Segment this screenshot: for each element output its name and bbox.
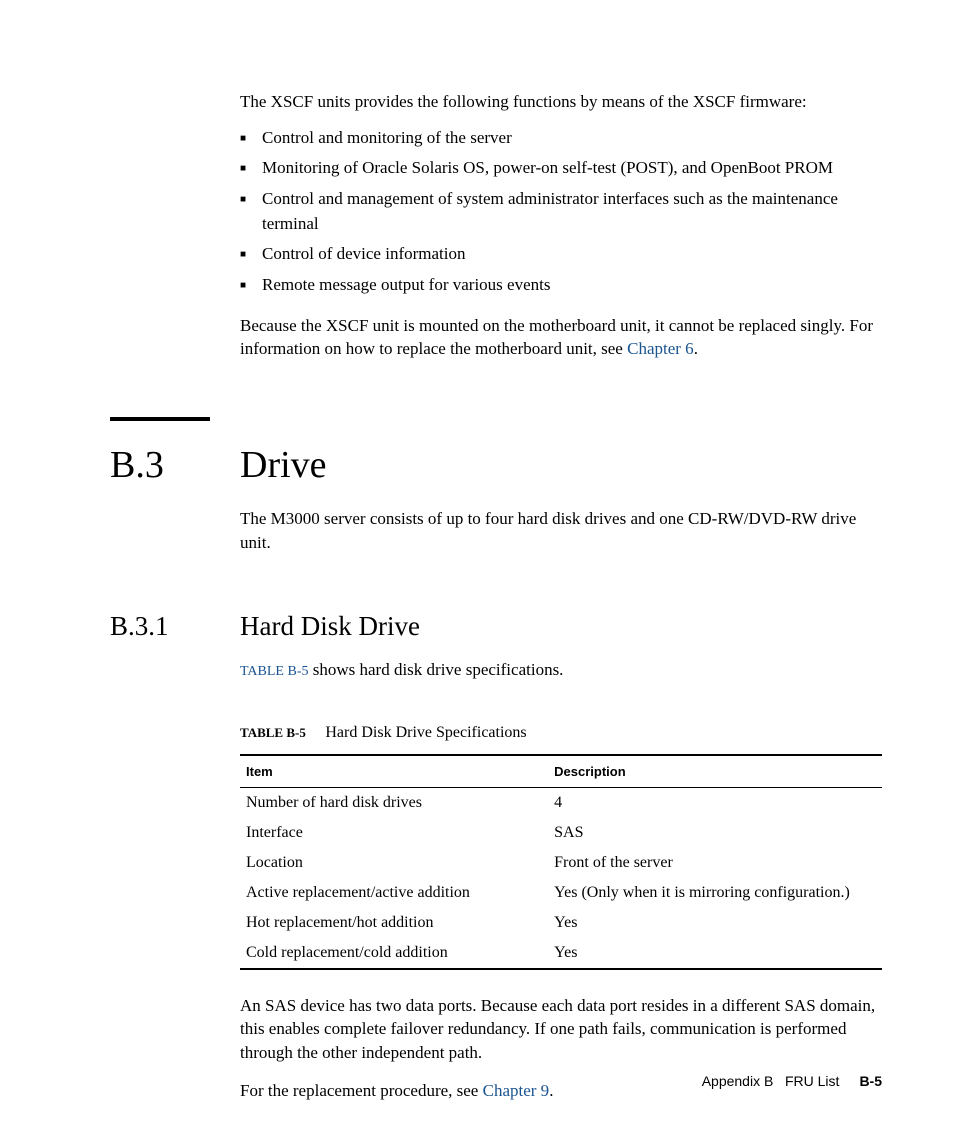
text: Because the XSCF unit is mounted on the … — [240, 316, 873, 359]
table-cell: Yes (Only when it is mirroring configura… — [548, 878, 882, 908]
intro-lead: The XSCF units provides the following fu… — [240, 90, 882, 114]
footer-page-number: B-5 — [859, 1073, 882, 1089]
table-header-item: Item — [240, 755, 548, 788]
section-heading-row: B.3 Drive — [110, 443, 882, 487]
subsection-ref-para: TABLE B-5 shows hard disk drive specific… — [240, 658, 882, 682]
table-row: Hot replacement/hot addition Yes — [240, 908, 882, 938]
table-cell: SAS — [548, 818, 882, 848]
page-footer: Appendix B FRU List B-5 — [702, 1073, 882, 1089]
list-item: Monitoring of Oracle Solaris OS, power-o… — [240, 156, 882, 181]
section-number: B.3 — [110, 443, 240, 487]
table-row: Active replacement/active addition Yes (… — [240, 878, 882, 908]
text: shows hard disk drive specifications. — [308, 660, 563, 679]
table-cell: Front of the server — [548, 848, 882, 878]
section-title: Drive — [240, 443, 327, 487]
table-cell: Yes — [548, 938, 882, 969]
table-cell: Number of hard disk drives — [240, 787, 548, 818]
footer-title: FRU List — [785, 1073, 839, 1089]
table-cell: Interface — [240, 818, 548, 848]
footer-appendix: Appendix B — [702, 1073, 774, 1089]
after-table-para-1: An SAS device has two data ports. Becaus… — [240, 994, 882, 1065]
list-item: Remote message output for various events — [240, 273, 882, 298]
table-header-row: Item Description — [240, 755, 882, 788]
table-row: Number of hard disk drives 4 — [240, 787, 882, 818]
subsection-heading-row: B.3.1 Hard Disk Drive — [110, 611, 882, 642]
text: . — [549, 1081, 553, 1100]
table-ref-link[interactable]: TABLE B-5 — [240, 664, 308, 679]
table-header-description: Description — [548, 755, 882, 788]
table-row: Cold replacement/cold addition Yes — [240, 938, 882, 969]
table-cell: Hot replacement/hot addition — [240, 908, 548, 938]
text: . — [694, 339, 698, 358]
table-caption-text: Hard Disk Drive Specifications — [325, 724, 526, 741]
list-item: Control and monitoring of the server — [240, 126, 882, 151]
table-cell: Cold replacement/cold addition — [240, 938, 548, 969]
table-caption: TABLE B-5 Hard Disk Drive Specifications — [240, 724, 882, 742]
list-item: Control and management of system adminis… — [240, 187, 882, 236]
table-cell: Active replacement/active addition — [240, 878, 548, 908]
table-cell: Location — [240, 848, 548, 878]
chapter-6-link[interactable]: Chapter 6 — [627, 339, 694, 358]
intro-bullet-list: Control and monitoring of the server Mon… — [240, 126, 882, 298]
spec-table: Item Description Number of hard disk dri… — [240, 754, 882, 970]
subsection-number: B.3.1 — [110, 611, 240, 642]
subsection-title: Hard Disk Drive — [240, 611, 420, 642]
table-cell: Yes — [548, 908, 882, 938]
section-para: The M3000 server consists of up to four … — [240, 507, 882, 555]
list-item: Control of device information — [240, 242, 882, 267]
table-row: Interface SAS — [240, 818, 882, 848]
chapter-9-link[interactable]: Chapter 9 — [483, 1081, 550, 1100]
text: For the replacement procedure, see — [240, 1081, 483, 1100]
intro-after-para: Because the XSCF unit is mounted on the … — [240, 314, 882, 362]
section-divider — [110, 417, 210, 421]
table-caption-label: TABLE B-5 — [240, 725, 306, 740]
table-row: Location Front of the server — [240, 848, 882, 878]
table-cell: 4 — [548, 787, 882, 818]
